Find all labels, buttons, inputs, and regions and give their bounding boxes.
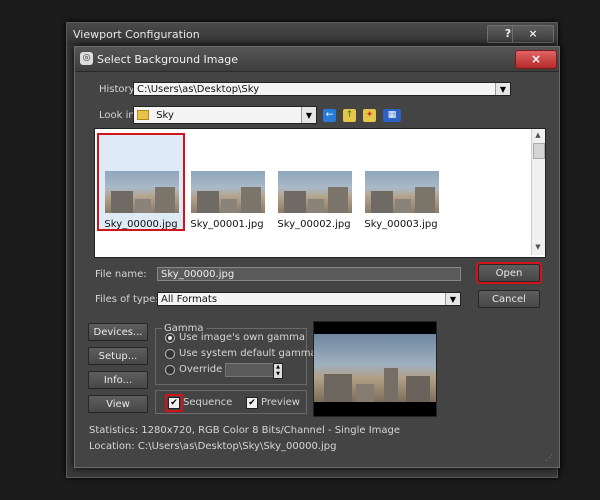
statistics-text: Statistics: 1280x720, RGB Color 8 Bits/C… xyxy=(89,425,401,436)
back-icon[interactable]: ← xyxy=(323,109,336,122)
filename-label: File name: xyxy=(95,269,147,280)
outer-window-title: Viewport Configuration xyxy=(73,28,200,41)
new-folder-icon[interactable]: ✦ xyxy=(363,109,376,122)
gamma-default-label: Use system default gamma xyxy=(179,348,317,359)
dialog-close-button[interactable]: × xyxy=(515,50,557,69)
gamma-override-radio[interactable] xyxy=(165,365,175,375)
view-menu-icon[interactable]: ▦ xyxy=(383,109,401,122)
filetype-label: Files of type: xyxy=(95,294,159,305)
file-thumbnail xyxy=(105,171,179,213)
scroll-down-icon[interactable]: ▼ xyxy=(533,243,543,253)
history-label: History: xyxy=(99,84,138,95)
dialog-title-bar[interactable]: ◎ Select Background Image × xyxy=(75,47,559,72)
folder-icon xyxy=(137,110,149,120)
preview-image xyxy=(313,321,437,417)
filename-input[interactable]: Sky_00000.jpg xyxy=(157,267,461,281)
location-text: Location: C:\Users\as\Desktop\Sky\Sky_00… xyxy=(89,441,337,452)
file-thumbnail xyxy=(278,171,352,213)
file-thumbnail xyxy=(191,171,265,213)
scroll-thumb[interactable] xyxy=(533,143,545,159)
preview-checkbox[interactable]: ✔ xyxy=(246,397,258,409)
file-list[interactable]: Sky_00000.jpg Sky_00001.jpg Sky_00002.jp… xyxy=(94,128,546,258)
lookin-value: Sky xyxy=(156,110,174,121)
sequence-checkbox[interactable]: ✔ xyxy=(168,397,180,409)
gamma-spinner-icon[interactable]: ▲ ▼ xyxy=(273,363,283,379)
gamma-default-radio[interactable] xyxy=(165,349,175,359)
resize-grip-icon[interactable]: ⋰ xyxy=(545,453,555,463)
select-background-image-dialog: ◎ Select Background Image × History: C:\… xyxy=(74,46,560,468)
file-thumbnail xyxy=(365,171,439,213)
open-button[interactable]: Open xyxy=(476,262,542,284)
sequence-label: Sequence xyxy=(183,397,233,408)
gamma-override-label: Override xyxy=(179,364,223,375)
file-name-label: Sky_00000.jpg xyxy=(104,219,178,230)
combo-arrow-icon[interactable]: ▼ xyxy=(495,83,510,95)
outer-close-button[interactable]: × xyxy=(512,25,554,43)
scroll-up-icon[interactable]: ▲ xyxy=(533,131,543,141)
app-icon: ◎ xyxy=(80,52,93,65)
file-item[interactable]: Sky_00003.jpg xyxy=(357,133,445,231)
lookin-combo[interactable]: Sky ▼ xyxy=(133,106,317,124)
combo-arrow-icon[interactable]: ▼ xyxy=(301,107,316,123)
file-item[interactable]: Sky_00000.jpg xyxy=(97,133,185,231)
file-item[interactable]: Sky_00002.jpg xyxy=(270,133,358,231)
gamma-own-label: Use image's own gamma xyxy=(179,332,306,343)
file-name-label: Sky_00002.jpg xyxy=(277,219,351,230)
outer-title-bar[interactable]: Viewport Configuration ? × xyxy=(67,23,557,45)
setup-button[interactable]: Setup... xyxy=(88,347,148,365)
filetype-value: All Formats xyxy=(161,294,218,305)
file-name-label: Sky_00001.jpg xyxy=(190,219,264,230)
gamma-own-radio[interactable] xyxy=(165,333,175,343)
devices-button[interactable]: Devices... xyxy=(88,323,148,341)
file-item[interactable]: Sky_00001.jpg xyxy=(183,133,271,231)
history-combo[interactable]: C:\Users\as\Desktop\Sky ▼ xyxy=(133,82,511,96)
file-list-scrollbar[interactable]: ▲ ▼ xyxy=(531,129,545,255)
history-value: C:\Users\as\Desktop\Sky xyxy=(137,84,260,95)
dialog-title: Select Background Image xyxy=(97,53,239,66)
file-name-label: Sky_00003.jpg xyxy=(364,219,438,230)
cancel-button[interactable]: Cancel xyxy=(478,290,540,308)
up-folder-icon[interactable]: ↑ xyxy=(343,109,356,122)
combo-arrow-icon[interactable]: ▼ xyxy=(445,293,460,305)
info-button[interactable]: Info... xyxy=(88,371,148,389)
preview-label: Preview xyxy=(261,397,300,408)
view-button[interactable]: View xyxy=(88,395,148,413)
filetype-combo[interactable]: All Formats ▼ xyxy=(157,292,461,306)
